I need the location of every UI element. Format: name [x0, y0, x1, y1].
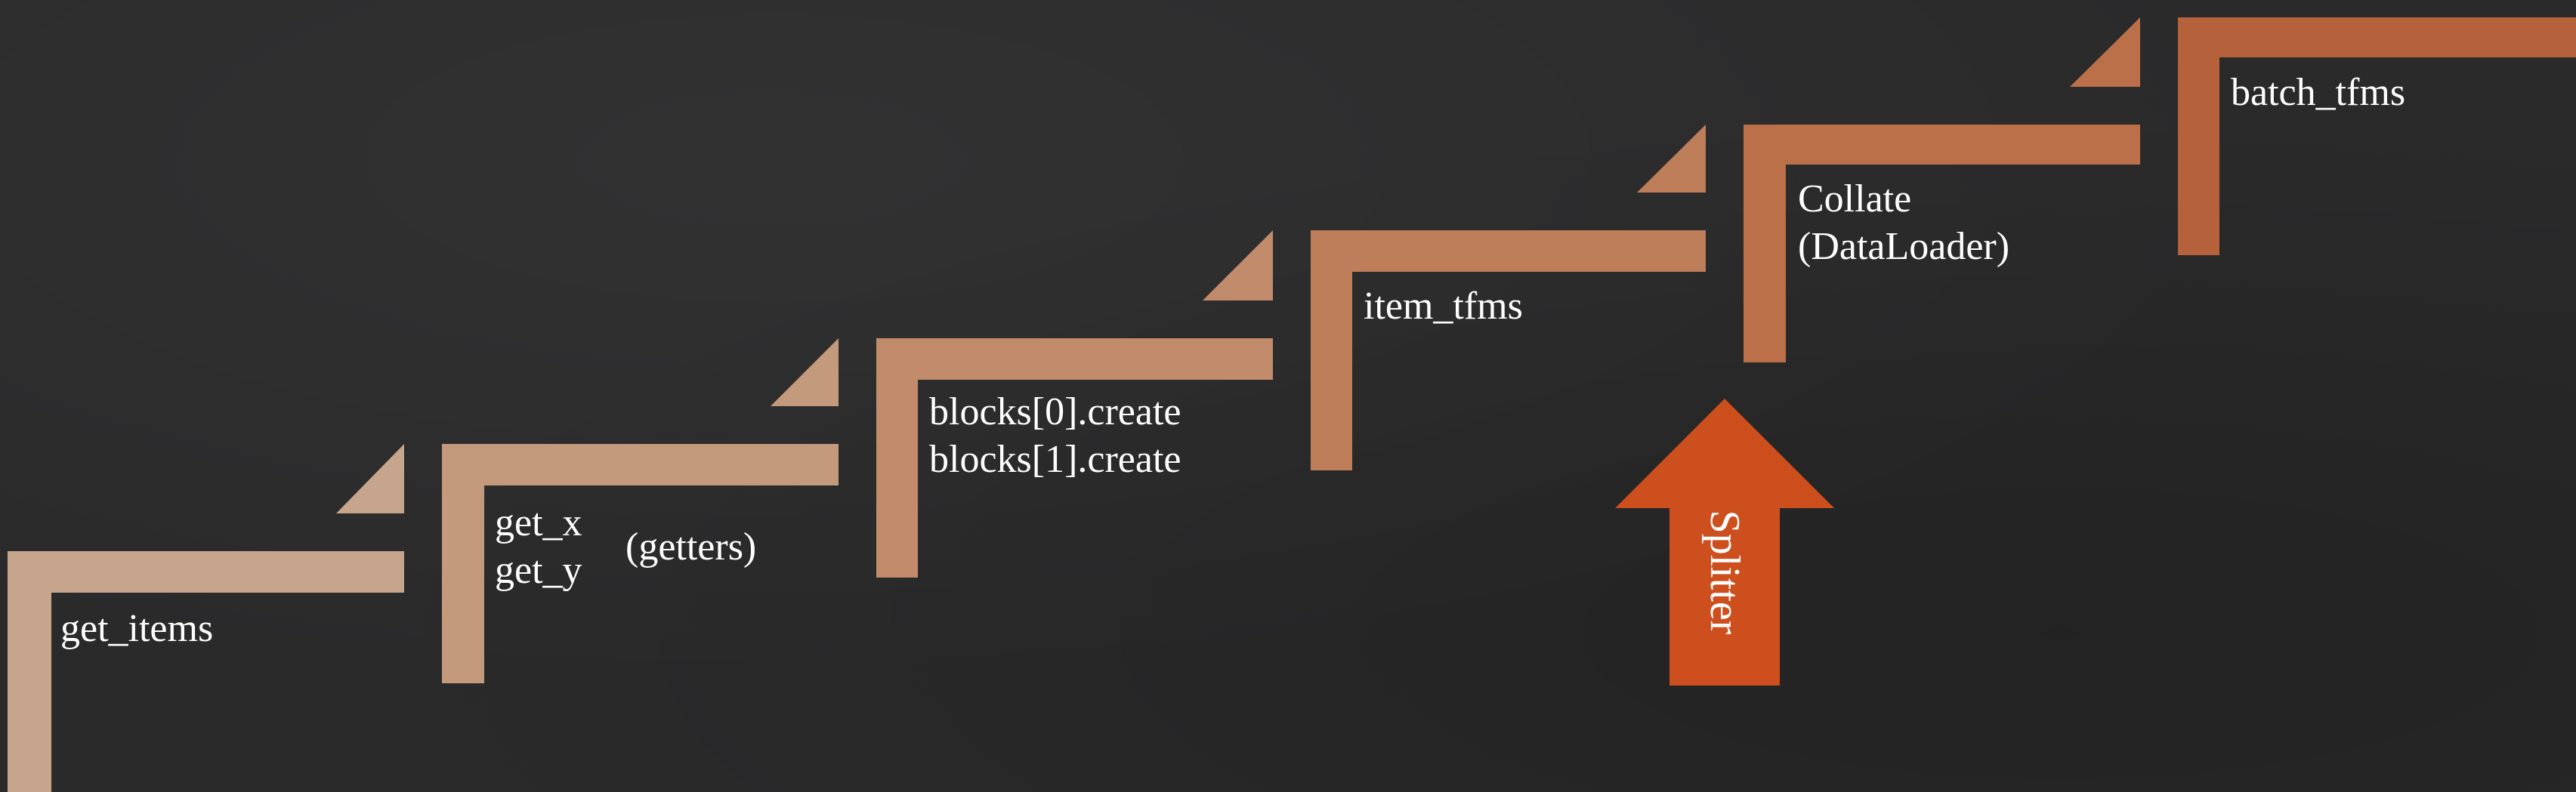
step-collate-label-1: (DataLoader) [1798, 225, 2010, 268]
step-blocks-create-label-1: blocks[1].create [929, 438, 1181, 481]
step-get-items-label: get_items [60, 607, 214, 650]
step-blocks-create-triangle [1203, 230, 1273, 300]
step-batch-tfms [2178, 17, 2576, 255]
step-item-tfms-label: item_tfms [1364, 285, 1523, 328]
pipeline-shapes [8, 17, 2576, 792]
step-getters-label-y: get_y [495, 549, 582, 592]
step-get-items-bracket [8, 551, 404, 792]
splitter-label: Splitter [1701, 510, 1748, 635]
step-collate-triangle [2070, 17, 2140, 87]
step-collate-label-0: Collate [1798, 177, 1912, 220]
step-get-items-triangle [336, 444, 404, 513]
step-item-tfms-triangle [1637, 125, 1706, 193]
pipeline-diagram: get_items get_x get_y (getters) blocks[0… [0, 0, 2576, 792]
step-blocks-create-label-0: blocks[0].create [929, 390, 1181, 433]
step-item-tfms-bracket [1311, 230, 1706, 470]
step-batch-tfms-label: batch_tfms [2231, 71, 2406, 114]
step-getters-triangle [771, 338, 839, 406]
step-batch-tfms-bracket [2178, 17, 2576, 255]
step-getters-label-x: get_x [495, 501, 582, 544]
step-getters-side-note: (getters) [625, 525, 757, 569]
